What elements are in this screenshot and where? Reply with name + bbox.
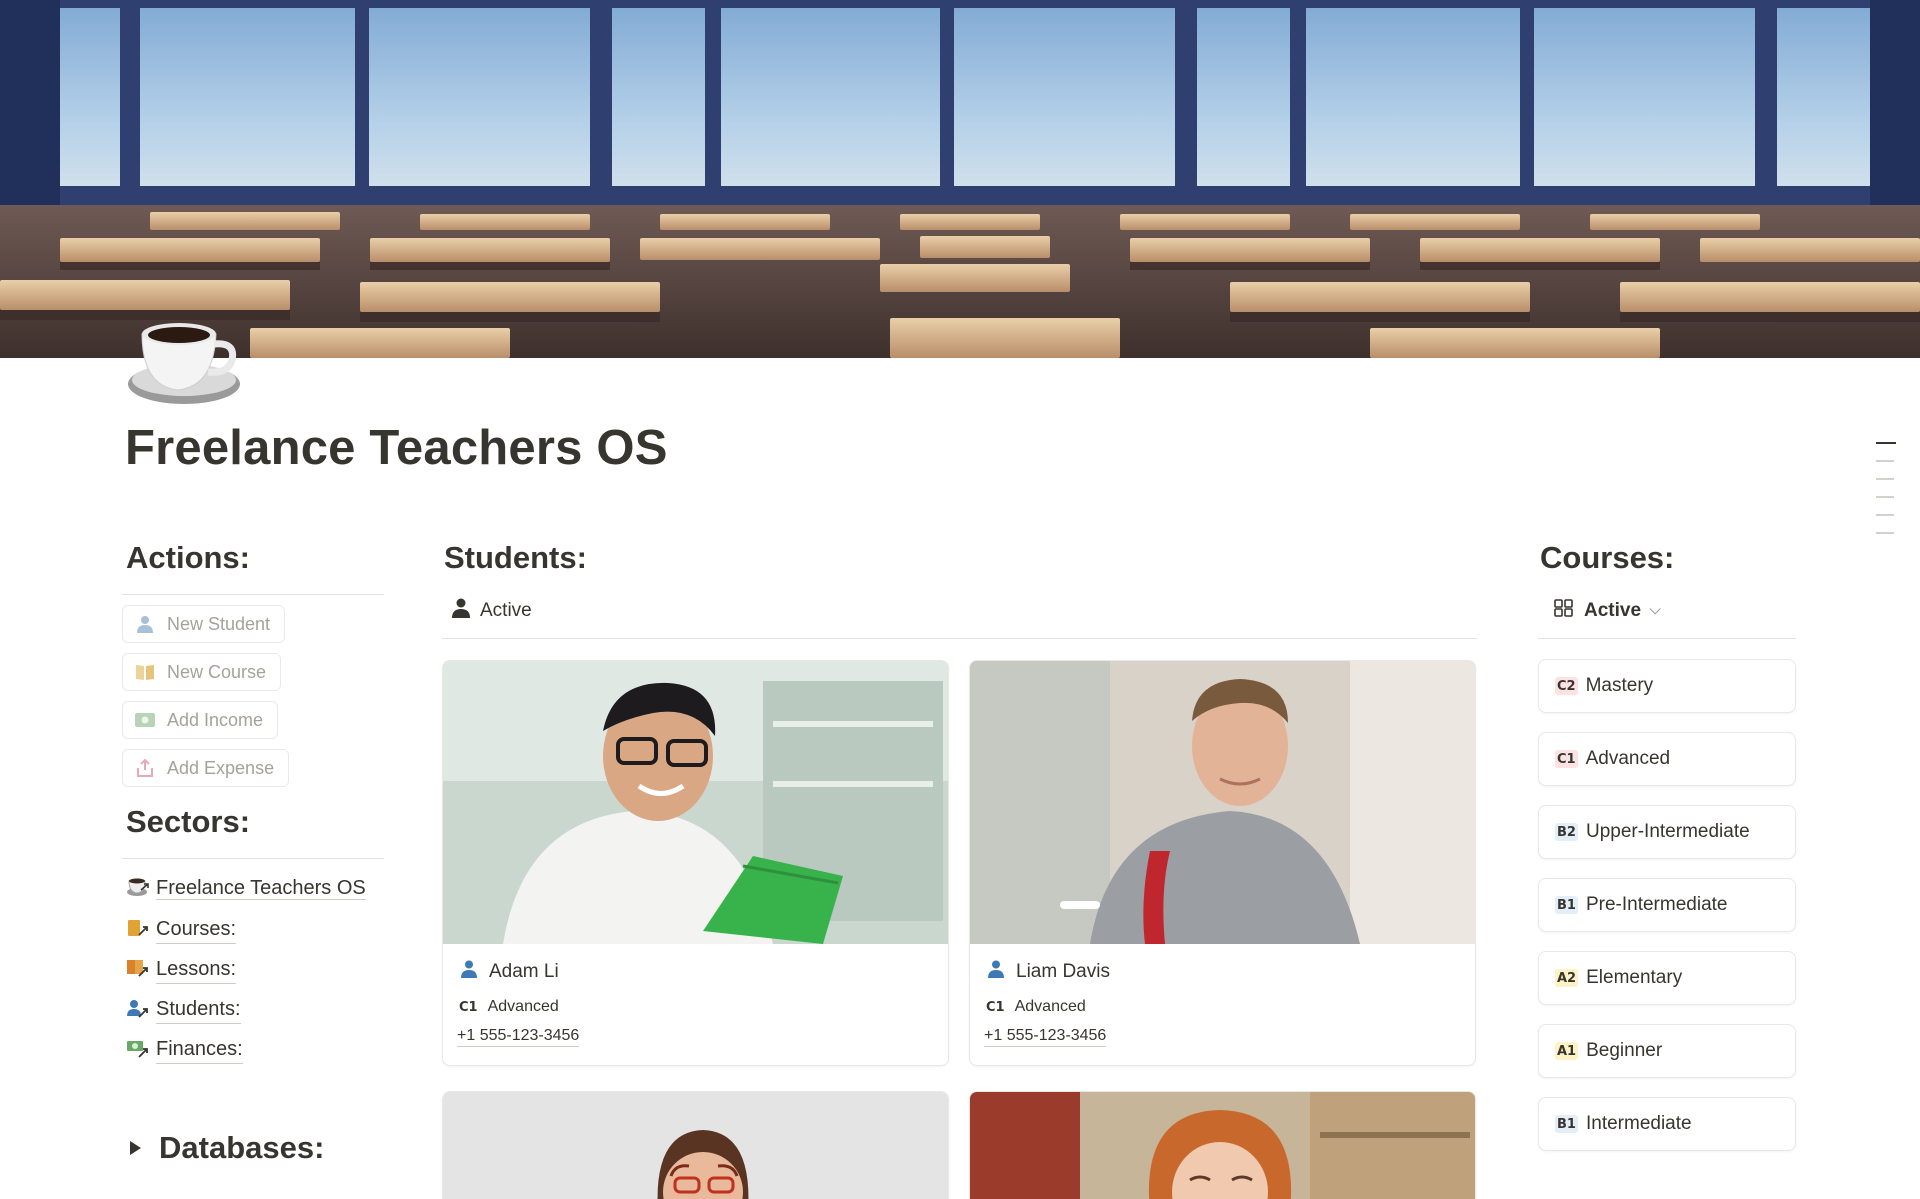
course-item[interactable]: C1 Advanced [1538,732,1796,786]
student-card[interactable] [969,1091,1476,1199]
sector-link-label: Lessons: [156,955,237,984]
level-tag-icon: C1 [459,999,478,1015]
actions-section: Actions: New Student New Course Add Inco… [122,540,384,787]
sector-link-finances[interactable]: Finances: [126,1035,384,1064]
students-section: Students: Active Adam Li C1 Advanced +1 … [442,540,1477,1199]
chevron-down-icon [1649,603,1661,615]
view-tab-active[interactable]: Active [442,596,1477,626]
course-label: Upper-Intermediate [1585,821,1750,842]
student-card[interactable]: Liam Davis C1 Advanced +1 555-123-3456 [969,660,1476,1066]
sector-link-lessons[interactable]: Lessons: [126,955,384,984]
coffee-link-icon [126,876,150,900]
student-name: Liam Davis [984,960,1461,984]
actions-heading: Actions: [126,540,250,575]
course-item[interactable]: C2 Mastery [1538,659,1796,713]
course-label: Beginner [1586,1040,1663,1061]
sectors-heading: Sectors: [126,804,251,839]
add-expense-label: Add Expense [167,757,275,778]
new-student-label: New Student [167,613,271,634]
sector-link-label: Freelance Teachers OS [156,877,366,900]
sector-link-freelance-teachers-os[interactable]: Freelance Teachers OS [126,873,384,904]
student-photo [970,1092,1475,1199]
level-tag-icon: C1 [986,999,1005,1015]
level-tag-icon: B2 [1555,823,1578,841]
course-item[interactable]: B2 Upper-Intermediate [1538,805,1796,859]
add-expense-button[interactable]: Add Expense [122,749,290,787]
student-level: C1 Advanced [984,998,1461,1016]
student-name-text: Adam Li [489,961,559,982]
student-phone[interactable]: +1 555-123-3456 [457,1026,580,1047]
new-student-button[interactable]: New Student [122,605,286,643]
sector-link-students[interactable]: Students: [126,995,384,1024]
student-level-text: Advanced [487,998,559,1015]
course-label: Pre-Intermediate [1585,894,1728,915]
person-icon [988,960,1004,984]
courses-section: Courses: Active C2 Mastery C1 Advanced B… [1538,540,1796,1170]
view-tab-label: Active [1584,600,1642,621]
student-photo [443,1092,948,1199]
courses-link-icon [126,918,150,942]
student-phone[interactable]: +1 555-123-3456 [984,1026,1107,1047]
student-level-text: Advanced [1014,998,1086,1015]
sector-link-courses[interactable]: Courses: [126,915,384,944]
student-photo [970,661,1475,944]
table-of-contents[interactable] [1876,442,1896,550]
level-tag-icon: B1 [1555,1115,1578,1133]
course-label: Intermediate [1585,1113,1692,1134]
gallery-view-icon [1554,599,1574,623]
add-income-button[interactable]: Add Income [122,701,279,739]
course-list: C2 Mastery C1 Advanced B2 Upper-Intermed… [1538,659,1796,1151]
person-icon [135,614,155,634]
view-tab-active[interactable]: Active [1538,596,1796,626]
page-title: Freelance Teachers OS [125,421,668,475]
courses-heading: Courses: [1540,540,1675,575]
student-name: Adam Li [457,960,934,984]
sector-link-label: Finances: [156,1035,243,1064]
level-tag-icon: B1 [1555,896,1578,914]
student-photo [443,661,948,944]
new-course-label: New Course [167,661,267,682]
book-icon [135,662,155,682]
divider [122,858,384,859]
course-item[interactable]: B1 Intermediate [1538,1097,1796,1151]
course-label: Mastery [1585,675,1654,696]
person-icon [461,960,477,984]
finances-link-icon [126,1038,150,1062]
cash-icon [135,710,155,730]
lessons-link-icon [126,958,150,982]
students-heading: Students: [444,540,587,575]
level-tag-icon: A1 [1555,1042,1579,1060]
course-item[interactable]: B1 Pre-Intermediate [1538,878,1796,932]
triangle-right-icon [130,1141,141,1155]
sectors-section: Sectors: Freelance Teachers OS Courses: … [122,804,384,1075]
course-item[interactable]: A2 Elementary [1538,951,1796,1005]
student-card[interactable] [442,1091,949,1199]
students-link-icon [126,998,150,1022]
level-tag-icon: C2 [1555,677,1578,695]
databases-heading: Databases: [159,1130,325,1165]
coffee-cup-icon[interactable] [126,316,244,406]
person-icon [452,598,470,624]
student-level: C1 Advanced [457,998,934,1016]
cover-image [0,0,1920,358]
level-tag-icon: C1 [1555,750,1578,768]
sector-link-label: Courses: [156,915,237,944]
new-course-button[interactable]: New Course [122,653,282,691]
course-item[interactable]: A1 Beginner [1538,1024,1796,1078]
course-label: Elementary [1586,967,1683,988]
view-tab-label: Active [480,600,532,621]
add-income-label: Add Income [167,709,264,730]
export-icon [135,758,155,778]
course-label: Advanced [1585,748,1671,769]
level-tag-icon: A2 [1555,969,1579,987]
sector-link-label: Students: [156,995,241,1024]
divider [1538,638,1796,639]
student-name-text: Liam Davis [1016,961,1110,982]
student-card[interactable]: Adam Li C1 Advanced +1 555-123-3456 [442,660,949,1066]
databases-toggle[interactable]: Databases: [130,1130,324,1166]
divider [442,638,1477,639]
